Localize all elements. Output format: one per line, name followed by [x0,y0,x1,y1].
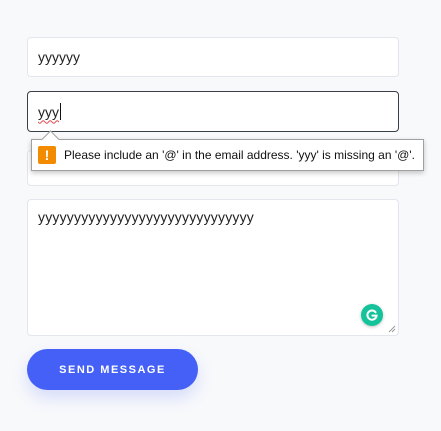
name-field-value: yyyyyy [38,49,80,65]
validation-message: Please include an '@' in the email addre… [64,148,415,162]
message-textarea[interactable]: yyyyyyyyyyyyyyyyyyyyyyyyyyyyyy [27,199,399,336]
warning-icon: ! [38,146,56,164]
message-textarea-value: yyyyyyyyyyyyyyyyyyyyyyyyyyyyyy [38,209,254,225]
email-field[interactable]: yyy [27,91,399,132]
grammarly-g-icon [366,309,378,321]
validation-tooltip: ! Please include an '@' in the email add… [31,139,424,171]
resize-handle-icon[interactable] [388,325,396,333]
email-field-value: yyy [38,103,59,120]
name-field[interactable]: yyyyyy [27,37,399,77]
text-caret [60,103,61,120]
grammarly-icon[interactable] [361,304,383,326]
send-message-button[interactable]: SEND MESSAGE [27,349,198,390]
